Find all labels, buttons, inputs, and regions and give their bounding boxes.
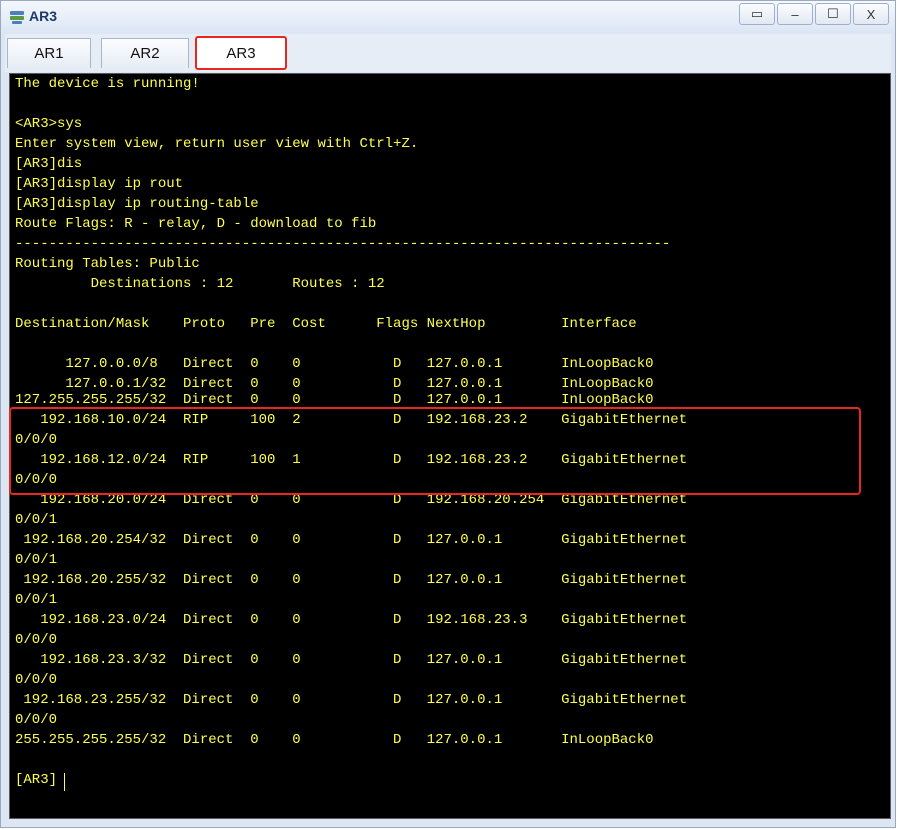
terminal-line: 192.168.20.254/32 Direct 0 0 D 127.0.0.1… <box>15 532 688 548</box>
restore-layout-button[interactable]: ▭ <box>739 3 775 25</box>
terminal-line: 192.168.23.255/32 Direct 0 0 D 127.0.0.1… <box>15 692 688 708</box>
terminal-line: 255.255.255.255/32 Direct 0 0 D 127.0.0.… <box>15 732 654 748</box>
device-tab-bar: AR1 AR2 AR3 <box>5 34 891 72</box>
terminal-line: <AR3>sys <box>15 116 83 132</box>
terminal-line: Destinations : 12 Routes : 12 <box>15 276 385 292</box>
terminal-line: 0/0/0 <box>15 472 58 488</box>
terminal-line: Destination/Mask Proto Pre Cost Flags Ne… <box>15 316 637 332</box>
terminal-line: [AR3]display ip routing-table <box>15 196 259 212</box>
close-button[interactable]: X <box>853 3 889 25</box>
router-app-icon <box>10 11 24 24</box>
terminal-line: 0/0/1 <box>15 592 58 608</box>
tab-ar1[interactable]: AR1 <box>7 38 91 68</box>
terminal-line: 127.0.0.0/8 Direct 0 0 D 127.0.0.1 InLoo… <box>15 356 654 372</box>
terminal-line: 0/0/0 <box>15 672 58 688</box>
title-bar[interactable]: AR3 ▭ – ☐ X <box>1 1 895 33</box>
tab-ar3[interactable]: AR3 <box>195 36 287 70</box>
terminal-line: 192.168.10.0/24 RIP 100 2 D 192.168.23.2… <box>15 412 688 428</box>
terminal-cursor <box>64 773 65 791</box>
terminal-line: ----------------------------------------… <box>15 236 671 252</box>
window-controls: ▭ – ☐ X <box>739 3 889 25</box>
terminal-line: 192.168.12.0/24 RIP 100 1 D 192.168.23.2… <box>15 452 688 468</box>
tab-ar2[interactable]: AR2 <box>101 38 189 68</box>
terminal-line: 192.168.20.0/24 Direct 0 0 D 192.168.20.… <box>15 492 688 508</box>
terminal-line: [AR3] <box>15 772 58 788</box>
minimize-button[interactable]: – <box>777 3 813 25</box>
terminal-scrollbar[interactable] <box>888 74 890 818</box>
terminal-line: 127.255.255.255/32 Direct 0 0 D 127.0.0.… <box>15 392 654 408</box>
terminal-line: 0/0/0 <box>15 712 58 728</box>
terminal-line: Route Flags: R - relay, D - download to … <box>15 216 377 232</box>
terminal-line: 0/0/0 <box>15 632 58 648</box>
terminal-line: 0/0/1 <box>15 552 58 568</box>
maximize-button[interactable]: ☐ <box>815 3 851 25</box>
terminal-line: 192.168.23.3/32 Direct 0 0 D 127.0.0.1 G… <box>15 652 688 668</box>
terminal-line: 192.168.23.0/24 Direct 0 0 D 192.168.23.… <box>15 612 688 628</box>
terminal-line: [AR3]dis <box>15 156 83 172</box>
app-window: AR3 ▭ – ☐ X AR1 AR2 AR3 The device is ru… <box>0 0 896 828</box>
terminal-line: The device is running! <box>15 76 200 92</box>
terminal-console[interactable]: The device is running! <AR3>sys Enter syst… <box>9 73 891 819</box>
terminal-line: 192.168.20.255/32 Direct 0 0 D 127.0.0.1… <box>15 572 688 588</box>
window-title: AR3 <box>29 8 58 24</box>
terminal-line: [AR3]display ip rout <box>15 176 184 192</box>
terminal-line: 0/0/0 <box>15 432 58 448</box>
terminal-line: Routing Tables: Public <box>15 256 200 272</box>
terminal-line: 0/0/1 <box>15 512 58 528</box>
terminal-line: Enter system view, return user view with… <box>15 136 419 152</box>
